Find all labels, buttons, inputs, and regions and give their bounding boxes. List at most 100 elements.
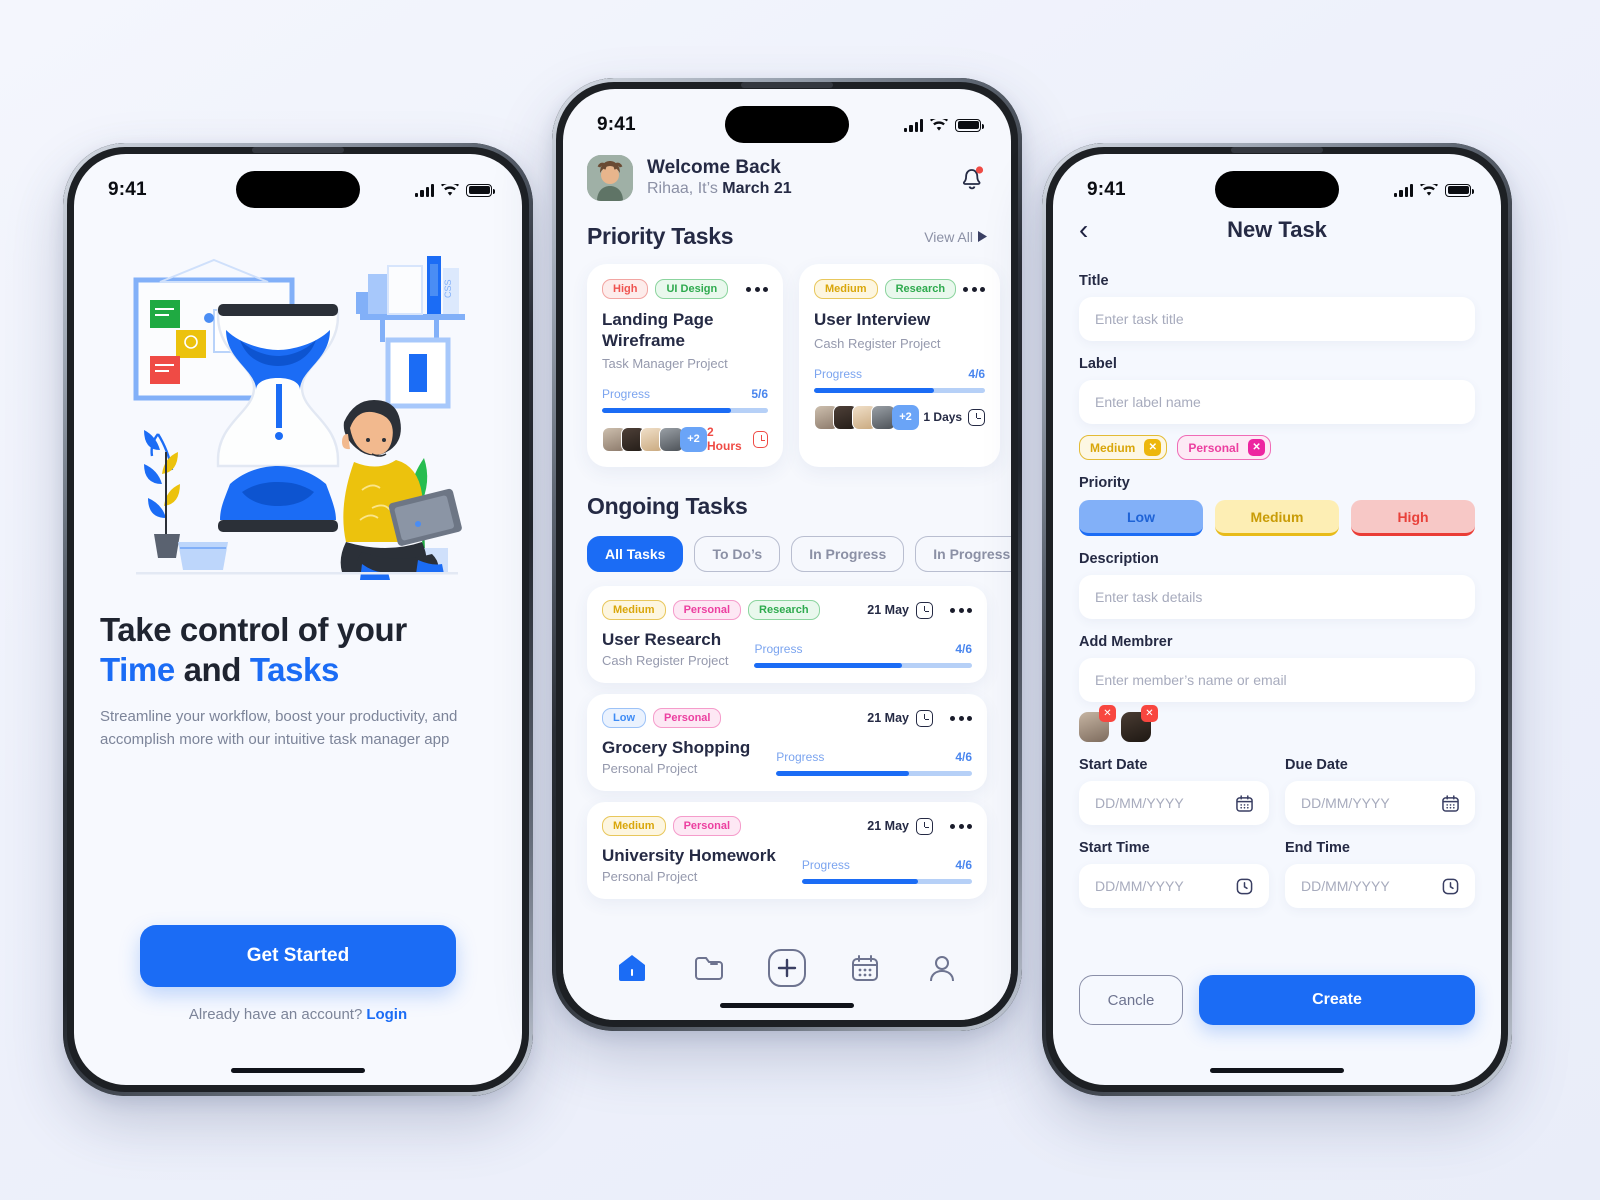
progress-bar xyxy=(602,408,768,414)
status-icons xyxy=(415,183,495,197)
home-icon[interactable] xyxy=(612,948,652,988)
battery-icon xyxy=(466,183,495,197)
row-project: Cash Register Project xyxy=(602,653,729,669)
label-chip-personal[interactable]: Personal ✕ xyxy=(1177,435,1272,460)
priority-task-card[interactable]: Medium Research User Interview Cash Regi… xyxy=(799,264,1001,468)
tab-all-tasks[interactable]: All Tasks xyxy=(587,536,684,573)
view-all-button[interactable]: View All xyxy=(924,229,987,245)
card-more-button[interactable] xyxy=(746,286,768,292)
create-button[interactable]: Create xyxy=(1199,975,1475,1025)
get-started-button[interactable]: Get Started xyxy=(140,925,456,987)
list-item[interactable]: Medium Personal Research 21 May User Res… xyxy=(587,586,987,684)
priority-high-button[interactable]: High xyxy=(1351,500,1475,536)
row-more-button[interactable] xyxy=(950,823,972,829)
new-task-form: Title Enter task title Label Enter label… xyxy=(1053,244,1501,908)
start-time-input[interactable]: DD/MM/YYYY xyxy=(1079,864,1269,908)
row-more-button[interactable] xyxy=(950,607,972,613)
profile-person-icon[interactable] xyxy=(922,948,962,988)
welcome-title: Welcome Back xyxy=(647,156,781,178)
clock-icon[interactable] xyxy=(1442,878,1459,895)
svg-text:CSS: CSS xyxy=(443,279,453,298)
list-item[interactable]: Low Personal 21 May Grocery Shopping Per… xyxy=(587,694,987,792)
row-top: Medium Personal 21 May xyxy=(602,816,972,837)
dynamic-island xyxy=(236,171,360,208)
row-text: Grocery Shopping Personal Project xyxy=(602,738,750,776)
description-input[interactable]: Enter task details xyxy=(1079,575,1475,619)
end-time-group: End Time DD/MM/YYYY xyxy=(1285,825,1475,908)
clock-icon[interactable] xyxy=(1236,878,1253,895)
row-progress-header: Progress 4/6 xyxy=(802,858,972,872)
tab-in-progress-2[interactable]: In Progress xyxy=(915,536,1011,573)
member-input[interactable]: Enter member’s name or email xyxy=(1079,658,1475,702)
member-avatar-stack: +2 xyxy=(602,426,707,452)
tab-todos[interactable]: To Do’s xyxy=(694,536,781,573)
calendar-icon[interactable] xyxy=(845,948,885,988)
priority-low-button[interactable]: Low xyxy=(1079,500,1203,536)
label-chip: Personal xyxy=(672,600,742,621)
start-time-group: Start Time DD/MM/YYYY xyxy=(1079,825,1269,908)
row-date: 21 May xyxy=(867,817,972,835)
row-title: User Research xyxy=(602,630,722,650)
greeting-date: March 21 xyxy=(722,180,792,198)
list-item[interactable]: Medium Personal 21 May University Homewo… xyxy=(587,802,987,900)
notification-bell-icon[interactable] xyxy=(957,162,987,194)
due-date-input[interactable]: DD/MM/YYYY xyxy=(1285,781,1475,825)
cancel-button[interactable]: Cancle xyxy=(1079,975,1183,1025)
calendar-icon[interactable] xyxy=(1236,794,1253,812)
phone-home: 9:41 Welcome Back Rihaa, It’s March 21 P… xyxy=(552,78,1022,1031)
folder-icon[interactable] xyxy=(689,948,729,988)
row-more-button[interactable] xyxy=(950,715,972,721)
tab-in-progress-1[interactable]: In Progress xyxy=(791,536,905,573)
clock-icon xyxy=(968,408,986,426)
due-date-group: Due Date DD/MM/YYYY xyxy=(1285,742,1475,825)
end-time-input[interactable]: DD/MM/YYYY xyxy=(1285,864,1475,908)
chevron-right-icon xyxy=(978,231,987,242)
priority-tasks-carousel[interactable]: High UI Design Landing Page Wireframe Ta… xyxy=(563,250,1011,468)
row-date-label: 21 May xyxy=(867,819,909,834)
hero-title-and: and xyxy=(174,650,250,688)
priority-chip: High xyxy=(602,279,649,299)
status-time: 9:41 xyxy=(597,114,636,135)
member-avatar-2: ✕ xyxy=(1121,705,1158,742)
start-date-input[interactable]: DD/MM/YYYY xyxy=(1079,781,1269,825)
close-x-icon[interactable]: ✕ xyxy=(1099,705,1116,722)
calendar-icon[interactable] xyxy=(1442,794,1459,812)
label-input[interactable]: Enter label name xyxy=(1079,380,1475,424)
due-date-placeholder: DD/MM/YYYY xyxy=(1301,795,1390,811)
row-progress: Progress 4/6 xyxy=(801,858,972,885)
clock-icon xyxy=(916,601,933,619)
progress-label: Progress xyxy=(776,750,825,765)
login-link[interactable]: Login xyxy=(366,1006,407,1023)
ongoing-tasks-list: Medium Personal Research 21 May User Res… xyxy=(563,572,1011,900)
onboarding-screen: 9:41 CSS Take control of your Time and T… xyxy=(74,154,522,1085)
phone-speaker xyxy=(252,147,344,153)
row-date-label: 21 May xyxy=(867,603,909,618)
hero-title-line1: Take control of your xyxy=(100,611,407,648)
filter-tabs[interactable]: All Tasks To Do’s In Progress In Progres… xyxy=(563,520,1011,573)
chevron-left-icon[interactable]: ‹ xyxy=(1079,216,1088,244)
progress-bar xyxy=(754,663,972,669)
label-chip-text: Personal xyxy=(1188,440,1240,455)
member-avatar-1: ✕ xyxy=(1079,705,1116,742)
card-chips: High UI Design xyxy=(602,279,768,299)
close-x-icon[interactable]: ✕ xyxy=(1141,705,1158,722)
priority-task-card[interactable]: High UI Design Landing Page Wireframe Ta… xyxy=(587,264,783,468)
end-time-placeholder: DD/MM/YYYY xyxy=(1301,878,1390,894)
new-task-screen: 9:41 ‹ New Task Title Enter task title L… xyxy=(1053,154,1501,1085)
close-x-icon[interactable]: ✕ xyxy=(1144,439,1162,456)
row-date: 21 May xyxy=(867,709,972,727)
card-footer: +2 1 Days xyxy=(814,404,986,430)
plus-add-icon[interactable] xyxy=(767,948,807,988)
end-time-label: End Time xyxy=(1285,840,1350,856)
home-indicator xyxy=(720,1003,854,1008)
status-time: 9:41 xyxy=(1087,179,1126,200)
user-avatar[interactable] xyxy=(587,155,633,201)
card-more-button[interactable] xyxy=(963,286,986,292)
selected-members: ✕ ✕ xyxy=(1079,705,1475,742)
title-input[interactable]: Enter task title xyxy=(1079,297,1475,341)
priority-medium-button[interactable]: Medium xyxy=(1215,500,1339,536)
label-chip-medium[interactable]: Medium ✕ xyxy=(1079,435,1168,460)
progress-label: Progress xyxy=(602,387,651,402)
close-x-icon[interactable]: ✕ xyxy=(1248,439,1266,456)
cellular-bars-icon xyxy=(904,118,923,132)
